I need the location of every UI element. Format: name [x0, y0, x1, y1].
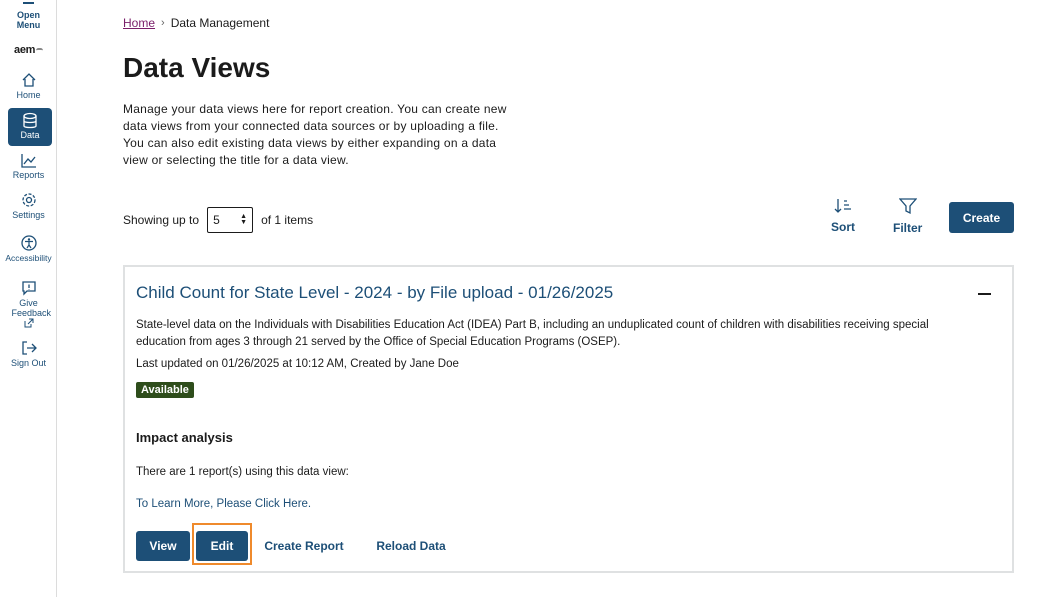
reload-data-button[interactable]: Reload Data — [373, 531, 449, 561]
menu-icon — [23, 2, 34, 4]
aem-logo: aem — [14, 44, 44, 56]
sidebar-item-sign-out[interactable]: Sign Out — [0, 340, 57, 368]
open-menu-button[interactable]: Open Menu — [0, 0, 57, 30]
sidebar-item-data[interactable]: Data — [8, 108, 52, 146]
sidebar-item-label: Reports — [12, 170, 45, 180]
gear-icon — [21, 193, 36, 207]
showing-suffix: of 1 items — [261, 213, 314, 227]
database-icon — [23, 112, 37, 129]
filter-icon — [898, 198, 917, 215]
chart-icon — [20, 154, 36, 168]
sidebar-item-settings[interactable]: Settings — [0, 192, 57, 220]
page-size-stepper[interactable]: 5 ▲ ▼ — [207, 207, 254, 233]
sidebar-item-label: Accessibility — [5, 253, 52, 263]
sidebar-nav: Open Menu aem Home Data Reports Settings… — [0, 0, 57, 597]
stepper-arrows-icon: ▲ ▼ — [240, 213, 248, 226]
breadcrumb-separator: › — [161, 17, 165, 29]
sidebar-item-label: Give Feedback — [11, 298, 52, 318]
feedback-icon — [21, 281, 36, 296]
external-link-icon — [24, 318, 33, 328]
sort-icon — [834, 199, 851, 213]
data-view-description: State-level data on the Individuals with… — [136, 319, 929, 348]
sidebar-item-home[interactable]: Home — [0, 72, 57, 100]
impact-heading: Impact analysis — [136, 430, 233, 445]
data-view-card: Child Count for State Level - 2024 - by … — [123, 265, 1014, 573]
create-report-button[interactable]: Create Report — [261, 531, 347, 561]
page-title: Data Views — [123, 52, 271, 83]
sidebar-item-reports[interactable]: Reports — [0, 153, 57, 180]
sidebar-item-label: Data — [20, 130, 40, 140]
last-updated: Last updated on 01/26/2025 at 10:12 AM, … — [136, 358, 459, 370]
filter-button[interactable]: Filter — [893, 198, 922, 235]
sign-out-icon — [21, 341, 37, 355]
sort-label: Sort — [831, 220, 855, 234]
sidebar-item-accessibility[interactable]: Accessibility — [0, 235, 57, 263]
learn-more-link[interactable]: To Learn More, Please Click Here. — [136, 498, 311, 510]
sidebar-item-feedback[interactable]: Give Feedback — [0, 280, 57, 328]
breadcrumb-current: Data Management — [170, 16, 270, 30]
home-icon — [22, 73, 35, 87]
open-menu-label: Open Menu — [16, 10, 41, 30]
status-badge: Available — [136, 382, 194, 398]
breadcrumb: Home › Data Management — [123, 16, 269, 30]
impact-text: There are 1 report(s) using this data vi… — [136, 466, 349, 478]
edit-button[interactable]: Edit — [196, 531, 248, 561]
view-button[interactable]: View — [136, 531, 190, 561]
page-size-control: Showing up to 5 ▲ ▼ of 1 items — [123, 207, 313, 233]
accessibility-icon — [20, 235, 37, 251]
page-description: Manage your data views here for report c… — [123, 102, 507, 167]
showing-prefix: Showing up to — [123, 213, 200, 227]
filter-label: Filter — [893, 221, 923, 235]
sidebar-item-label: Home — [16, 90, 41, 100]
create-button[interactable]: Create — [949, 202, 1014, 233]
sidebar-item-label: Sign Out — [10, 358, 47, 368]
sidebar-item-label: Settings — [12, 210, 45, 220]
data-view-title[interactable]: Child Count for State Level - 2024 - by … — [136, 283, 613, 303]
page-size-value: 5 — [213, 213, 220, 227]
breadcrumb-home-link[interactable]: Home — [123, 16, 155, 30]
collapse-icon[interactable] — [978, 293, 991, 295]
sort-button[interactable]: Sort — [831, 198, 855, 234]
